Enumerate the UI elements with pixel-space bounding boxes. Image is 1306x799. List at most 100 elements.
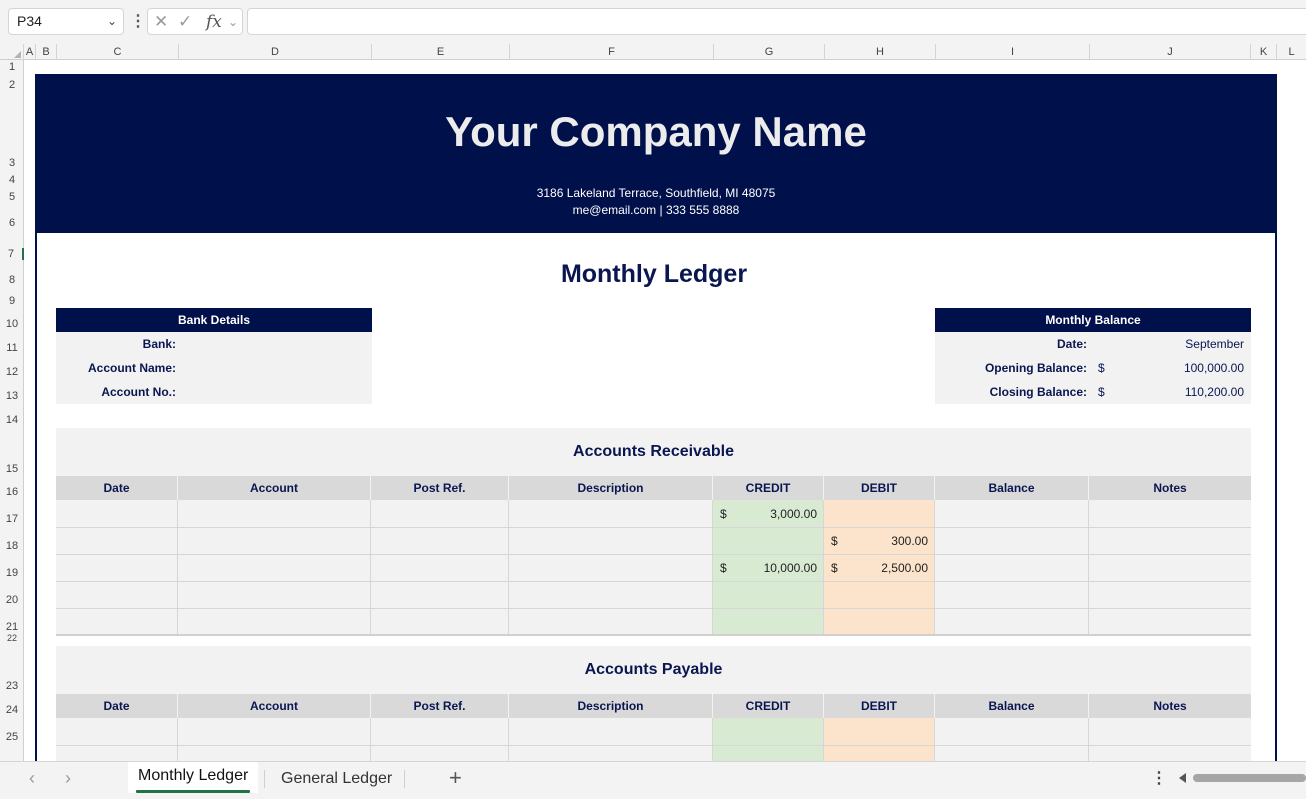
column-header-f[interactable]: F xyxy=(510,44,714,60)
company-address[interactable]: 3186 Lakeland Terrace, Southfield, MI 48… xyxy=(35,186,1277,200)
row-header-12[interactable]: 12 xyxy=(0,366,24,378)
bank-row[interactable]: Bank: xyxy=(56,332,372,356)
function-icon[interactable]: fx xyxy=(206,12,222,32)
select-all-button[interactable] xyxy=(0,44,24,60)
col-header-account[interactable]: Account xyxy=(178,694,371,718)
grid-row-line xyxy=(56,634,1251,636)
company-contact[interactable]: me@email.com | 333 555 8888 xyxy=(35,203,1277,217)
account-no-row[interactable]: Account No.: xyxy=(56,380,372,404)
add-sheet-icon[interactable]: + xyxy=(449,765,462,791)
row-header-1[interactable]: 1 xyxy=(0,61,24,73)
debit-value[interactable]: 300.00 xyxy=(828,534,928,548)
worksheet-grid[interactable]: Your Company Name 3186 Lakeland Terrace,… xyxy=(24,60,1306,761)
column-header-g[interactable]: G xyxy=(714,44,825,60)
tab-general-ledger[interactable]: General Ledger xyxy=(271,765,402,796)
account-name-row[interactable]: Account Name: xyxy=(56,356,372,380)
column-header-e[interactable]: E xyxy=(372,44,510,60)
col-header-notes[interactable]: Notes xyxy=(1089,476,1251,500)
date-row[interactable]: Date: September xyxy=(935,332,1251,356)
tab-monthly-ledger[interactable]: Monthly Ledger xyxy=(128,762,259,793)
formula-bar: P34 ⌄ ⋮ ✕ ✓ fx ⌄ xyxy=(0,0,1306,44)
row-header-25[interactable]: 25 xyxy=(0,731,24,743)
row-header-4[interactable]: 4 xyxy=(0,174,24,186)
column-header-c[interactable]: C xyxy=(57,44,179,60)
row-header-14[interactable]: 14 xyxy=(0,414,24,426)
row-header-7[interactable]: 7 xyxy=(0,248,24,260)
column-header-d[interactable]: D xyxy=(179,44,372,60)
row-header-9[interactable]: 9 xyxy=(0,295,24,307)
horizontal-scrollbar[interactable] xyxy=(1179,772,1306,784)
next-sheet-icon[interactable]: › xyxy=(65,768,71,789)
accounts-payable-section: Accounts Payable Date Account Post Ref. … xyxy=(56,646,1251,761)
row-header-13[interactable]: 13 xyxy=(0,390,24,402)
col-header-account[interactable]: Account xyxy=(178,476,371,500)
col-header-description[interactable]: Description xyxy=(509,476,713,500)
bank-details-header[interactable]: Bank Details xyxy=(56,308,372,332)
col-header-date[interactable]: Date xyxy=(56,476,178,500)
column-header-h[interactable]: H xyxy=(825,44,936,60)
row-header-6[interactable]: 6 xyxy=(0,217,24,229)
more-icon[interactable]: ⋮ xyxy=(130,11,146,31)
row-header-20[interactable]: 20 xyxy=(0,594,24,606)
row-header-22[interactable]: 22 xyxy=(0,633,24,643)
closing-balance-row[interactable]: Closing Balance: $ 110,200.00 xyxy=(935,380,1251,404)
row-header-18[interactable]: 18 xyxy=(0,540,24,552)
row-header-10[interactable]: 10 xyxy=(0,318,24,330)
row-header-3[interactable]: 3 xyxy=(0,157,24,169)
monthly-balance-header[interactable]: Monthly Balance xyxy=(935,308,1251,332)
col-header-balance[interactable]: Balance xyxy=(935,476,1089,500)
opening-balance-row[interactable]: Opening Balance: $ 100,000.00 xyxy=(935,356,1251,380)
page-title[interactable]: Monthly Ledger xyxy=(24,260,1284,289)
row-header-15[interactable]: 15 xyxy=(0,463,24,475)
col-header-date[interactable]: Date xyxy=(56,694,178,718)
row-header-11[interactable]: 11 xyxy=(0,342,24,354)
row-header-8[interactable]: 8 xyxy=(0,274,24,286)
name-box[interactable]: P34 ⌄ xyxy=(8,8,124,35)
formula-input[interactable] xyxy=(247,8,1306,35)
row-header-21[interactable]: 21 xyxy=(0,621,24,633)
col-header-notes[interactable]: Notes xyxy=(1089,694,1251,718)
row-header-24[interactable]: 24 xyxy=(0,704,24,716)
col-header-post-ref[interactable]: Post Ref. xyxy=(371,694,509,718)
column-header-i[interactable]: I xyxy=(936,44,1090,60)
company-name[interactable]: Your Company Name xyxy=(35,108,1277,156)
row-header-19[interactable]: 19 xyxy=(0,567,24,579)
col-header-credit[interactable]: CREDIT xyxy=(713,476,824,500)
chevron-down-icon[interactable]: ⌄ xyxy=(228,15,238,29)
grid-column xyxy=(509,500,713,635)
column-header-b[interactable]: B xyxy=(36,44,57,60)
col-header-debit[interactable]: DEBIT xyxy=(824,694,935,718)
column-header-a[interactable]: A xyxy=(24,44,36,60)
cancel-icon[interactable]: ✕ xyxy=(154,12,168,32)
col-header-credit[interactable]: CREDIT xyxy=(713,694,824,718)
col-header-post-ref[interactable]: Post Ref. xyxy=(371,476,509,500)
section-title-payable[interactable]: Accounts Payable xyxy=(56,661,1251,679)
row-header-2[interactable]: 2 xyxy=(0,79,24,91)
closing-currency: $ xyxy=(1098,385,1105,399)
active-tab-indicator xyxy=(136,790,251,793)
closing-balance-value: 110,200.00 xyxy=(1184,385,1244,399)
column-header-j[interactable]: J xyxy=(1090,44,1251,60)
row-header-17[interactable]: 17 xyxy=(0,513,24,525)
grid-row-line xyxy=(56,554,1251,555)
enter-icon[interactable]: ✓ xyxy=(178,12,192,32)
col-header-balance[interactable]: Balance xyxy=(935,694,1089,718)
col-header-debit[interactable]: DEBIT xyxy=(824,476,935,500)
more-icon[interactable]: ⋮ xyxy=(1151,768,1167,788)
col-header-description[interactable]: Description xyxy=(509,694,713,718)
debit-value[interactable]: 2,500.00 xyxy=(828,561,928,575)
row-header-16[interactable]: 16 xyxy=(0,486,24,498)
credit-value[interactable]: 10,000.00 xyxy=(717,561,817,575)
credit-value[interactable]: 3,000.00 xyxy=(717,507,817,521)
scroll-left-icon[interactable] xyxy=(1179,773,1186,783)
row-header-23[interactable]: 23 xyxy=(0,680,24,692)
grid-column xyxy=(935,500,1089,635)
grid-column xyxy=(56,718,178,761)
row-header-5[interactable]: 5 xyxy=(0,191,24,203)
column-header-l[interactable]: L xyxy=(1277,44,1306,60)
scrollbar-thumb[interactable] xyxy=(1193,774,1306,782)
chevron-down-icon[interactable]: ⌄ xyxy=(107,14,117,28)
section-title-receivable[interactable]: Accounts Receivable xyxy=(56,443,1251,461)
previous-sheet-icon[interactable]: ‹ xyxy=(29,768,35,789)
column-header-k[interactable]: K xyxy=(1251,44,1277,60)
